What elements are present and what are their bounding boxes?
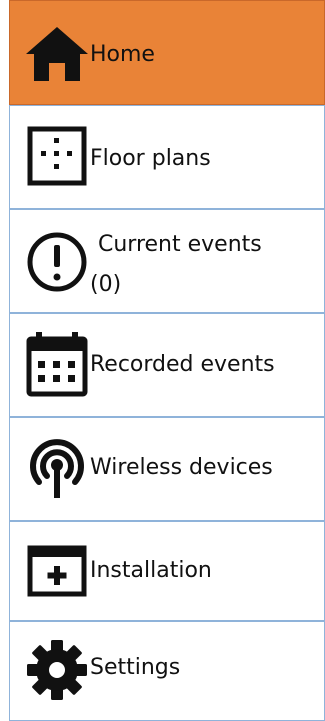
menu-item-recorded-events-label: Recorded events: [90, 352, 275, 377]
menu-item-wireless-devices-label: Wireless devices: [90, 455, 273, 480]
menu-item-home[interactable]: Home: [9, 0, 325, 105]
menu-item-wireless-devices[interactable]: Wireless devices: [9, 417, 325, 521]
menu-item-current-events-label: Current events: [98, 232, 262, 257]
menu-item-home-label: Home: [90, 42, 155, 67]
menu-item-current-events[interactable]: Current events (0): [9, 209, 325, 313]
menu-item-installation-label: Installation: [90, 558, 212, 583]
gear-icon: [27, 640, 87, 700]
sidebar-menu: Home Floor plans Current events (0) Reco…: [0, 0, 325, 721]
wireless-icon: [30, 439, 84, 498]
current-events-count: (0): [90, 272, 122, 297]
calendar-icon: [26, 332, 88, 397]
menu-item-floor-plans-label: Floor plans: [90, 146, 211, 171]
home-icon: [26, 27, 88, 81]
floor-plan-icon: [27, 126, 87, 186]
menu-item-settings-label: Settings: [90, 655, 181, 680]
menu-item-settings[interactable]: Settings: [9, 621, 325, 721]
menu-item-floor-plans[interactable]: Floor plans: [9, 105, 325, 209]
alert-icon: [27, 232, 87, 292]
installation-icon: [27, 545, 87, 597]
menu-item-recorded-events[interactable]: Recorded events: [9, 313, 325, 417]
menu-item-installation[interactable]: Installation: [9, 521, 325, 621]
